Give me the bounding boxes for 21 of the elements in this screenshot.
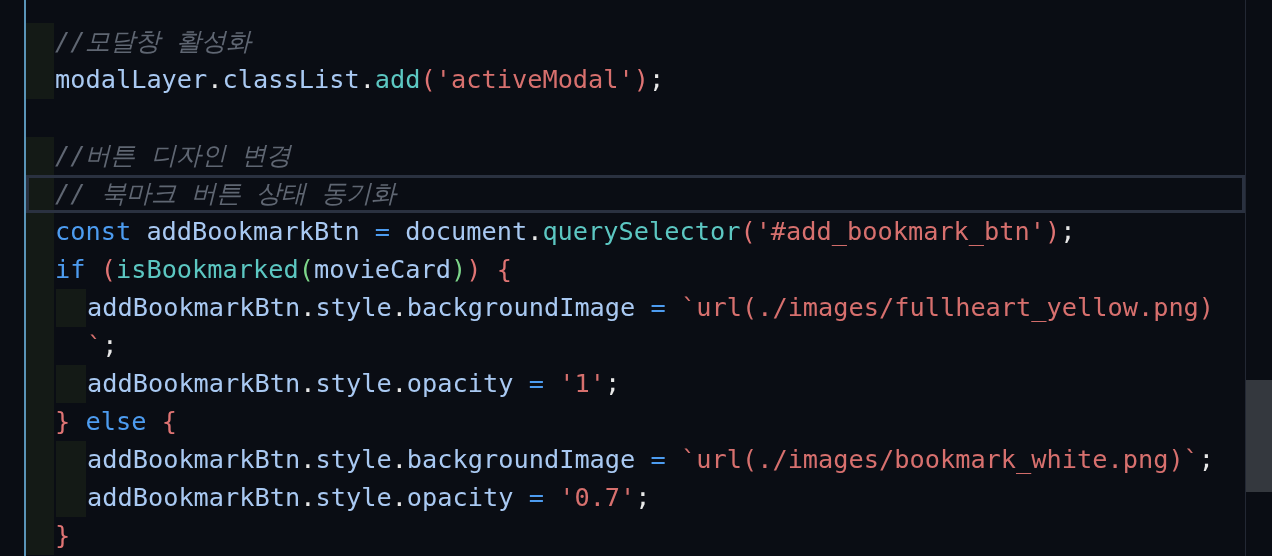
code-line: addBookmarkBtn.style.opacity = '1';: [86, 368, 621, 400]
code-line: //버튼 디자인 변경: [54, 140, 291, 172]
indent-guide: [26, 61, 54, 99]
code-line: addBookmarkBtn.style.opacity = '0.7';: [86, 482, 651, 514]
code-line: `;: [86, 330, 118, 362]
indent-guide: [26, 23, 54, 61]
code-line: } else {: [54, 406, 177, 438]
code-line: }: [54, 520, 71, 552]
indent-guide: [26, 213, 54, 251]
code-line: const addBookmarkBtn = document.querySelector('#add_bookmark_btn');: [54, 216, 1076, 248]
code-line: //모달창 활성화: [54, 26, 251, 58]
code-line: // 북마크 버튼 상태 동기화: [54, 178, 397, 210]
indent-guide: [26, 175, 54, 213]
indent-guide: [26, 517, 54, 555]
indent-guide: [26, 137, 54, 175]
code-line: modalLayer.classList.add('activeModal');: [54, 64, 665, 96]
scrollbar-thumb[interactable]: [1246, 380, 1272, 492]
code-line: if (isBookmarked(movieCard)) {: [54, 254, 512, 286]
code-line: addBookmarkBtn.style.backgroundImage = `url(./images/fullheart_yellow.png): [86, 292, 1215, 324]
code-line: addBookmarkBtn.style.backgroundImage = `url(./images/bookmark_white.png)`;: [86, 444, 1215, 476]
scrollbar[interactable]: [1245, 0, 1272, 556]
